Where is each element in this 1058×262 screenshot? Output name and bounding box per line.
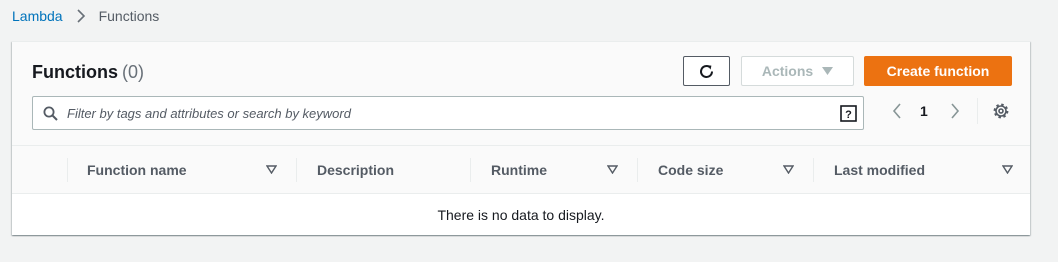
- column-divider: [296, 158, 297, 182]
- chevron-left-icon: [892, 103, 901, 119]
- column-header-runtime[interactable]: Runtime: [491, 146, 547, 194]
- page-title: Functions (0): [32, 62, 144, 83]
- column-header-description: Description: [317, 162, 395, 178]
- breadcrumb: Lambda Functions: [12, 7, 159, 25]
- empty-state-message: There is no data to display.: [437, 207, 605, 223]
- search-input[interactable]: [67, 98, 827, 128]
- next-page-button[interactable]: [948, 102, 962, 120]
- refresh-button[interactable]: [683, 56, 730, 86]
- search-field: ?: [32, 96, 864, 130]
- caret-down-icon: [822, 67, 834, 75]
- refresh-icon: [700, 64, 713, 78]
- sort-icon[interactable]: [266, 165, 277, 174]
- table-header: Function name Description Runtime Code s…: [12, 146, 1030, 194]
- panel-header: Functions(0) Actions Create function ?: [12, 42, 1030, 146]
- actions-dropdown[interactable]: Actions: [741, 56, 854, 86]
- pagination-divider: [977, 98, 978, 124]
- breadcrumb-current: Functions: [98, 8, 160, 24]
- search-icon: [43, 106, 58, 121]
- actions-label: Actions: [761, 63, 814, 79]
- title-text: Functions: [32, 62, 118, 82]
- column-header-code-size[interactable]: Code size: [658, 146, 723, 194]
- svg-text:?: ?: [845, 109, 852, 121]
- column-header-last-modified[interactable]: Last modified: [834, 146, 925, 194]
- column-divider: [637, 158, 638, 182]
- sort-icon[interactable]: [607, 165, 618, 174]
- function-count: (0): [122, 62, 144, 82]
- gear-icon[interactable]: [992, 102, 1010, 120]
- help-icon[interactable]: ?: [840, 105, 857, 122]
- column-divider: [813, 158, 814, 182]
- sort-icon[interactable]: [1002, 165, 1013, 174]
- current-page-number[interactable]: 1: [920, 103, 928, 119]
- column-divider: [67, 158, 68, 182]
- sort-icon[interactable]: [783, 165, 794, 174]
- chevron-right-icon: [76, 9, 86, 23]
- previous-page-button[interactable]: [890, 102, 904, 120]
- column-header-function-name[interactable]: Function name: [87, 146, 187, 194]
- chevron-right-icon: [951, 103, 960, 119]
- functions-panel: Functions(0) Actions Create function ?: [12, 41, 1030, 235]
- breadcrumb-link-lambda[interactable]: Lambda: [12, 8, 63, 24]
- create-function-button[interactable]: Create function: [864, 56, 1012, 86]
- column-divider: [470, 158, 471, 182]
